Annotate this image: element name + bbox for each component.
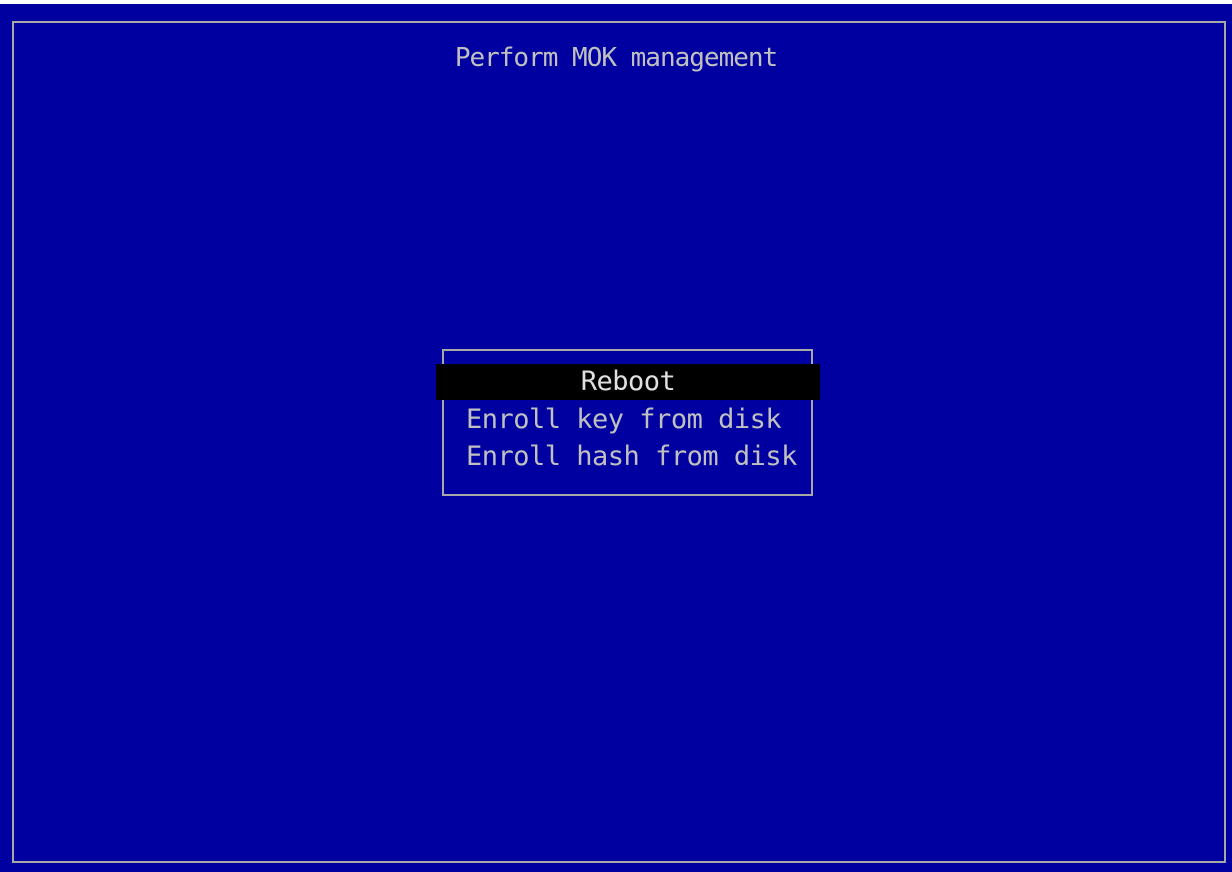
menu-item-enroll-key[interactable]: Enroll key from disk: [466, 402, 782, 438]
mok-manager-screen: Perform MOK management: [0, 4, 1232, 872]
menu-item-enroll-hash[interactable]: Enroll hash from disk: [466, 439, 797, 475]
menu-item-reboot[interactable]: Reboot: [436, 364, 820, 400]
page-title: Perform MOK management: [454, 43, 778, 73]
